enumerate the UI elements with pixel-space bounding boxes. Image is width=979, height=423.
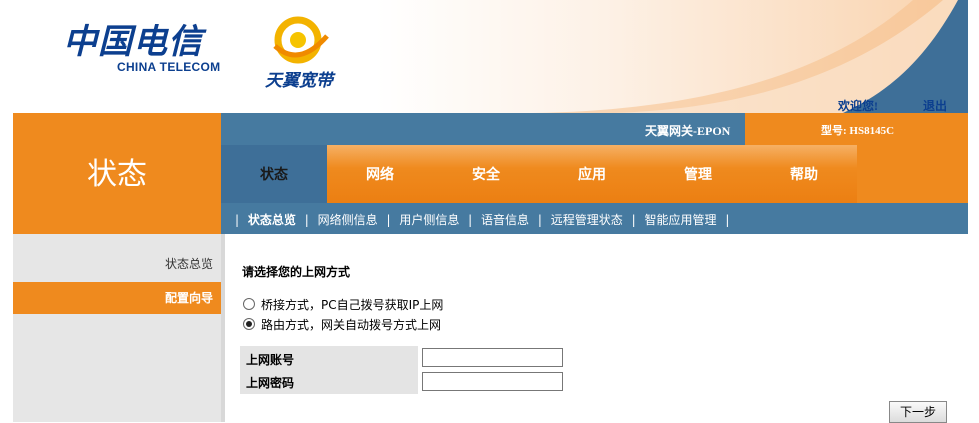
gateway-name: 天翼网关-EPON <box>645 124 731 138</box>
next-button[interactable]: 下一步 <box>889 401 947 423</box>
radio-route-mode[interactable] <box>243 318 255 330</box>
tianyi-broadband-logo: 天翼宽带 <box>265 16 355 91</box>
tab-security[interactable]: 安全 <box>433 145 539 203</box>
option-route-mode[interactable]: 路由方式，网关自动拨号方式上网 <box>243 316 441 332</box>
option-bridge-label: 桥接方式，PC自己拨号获取IP上网 <box>261 297 444 312</box>
sub-nav-separator: | <box>235 213 240 227</box>
subnav-item-network-info[interactable]: 网络侧信息 <box>318 213 378 227</box>
tab-label: 网络 <box>366 167 394 183</box>
tab-label: 状态 <box>260 167 288 183</box>
sub-nav-items: | 状态总览 | 网络侧信息 | 用户侧信息 | 语音信息 | 远程管理状态 |… <box>230 211 734 228</box>
sub-nav-separator: | <box>304 213 309 227</box>
china-telecom-logo: 中国电信 CHINA TELECOM <box>63 24 220 74</box>
tab-label: 应用 <box>578 167 606 183</box>
subnav-item-remote-management[interactable]: 远程管理状态 <box>551 213 623 227</box>
model-label: 型号: HS8145C <box>821 125 895 137</box>
sidebar-item-status-overview[interactable]: 状态总览 <box>13 248 221 280</box>
account-input[interactable] <box>422 348 563 367</box>
header-banner: 中国电信 CHINA TELECOM 天翼宽带 欢迎您! 退出 <box>13 0 968 113</box>
china-telecom-logo-english: CHINA TELECOM <box>117 60 221 74</box>
content-panel: 请选择您的上网方式 桥接方式，PC自己拨号获取IP上网 路由方式，网关自动拨号方… <box>225 240 968 423</box>
section-title: 状态 <box>87 156 147 192</box>
tab-management[interactable]: 管理 <box>645 145 751 203</box>
welcome-text: 欢迎您! <box>838 99 878 113</box>
subnav-item-status-overview[interactable]: 状态总览 <box>248 213 296 227</box>
sub-nav-separator: | <box>386 213 391 227</box>
logout-link[interactable]: 退出 <box>923 97 947 113</box>
account-label: 上网账号 <box>246 353 295 367</box>
tab-label: 帮助 <box>790 167 818 183</box>
china-telecom-logo-chinese: 中国电信 <box>63 22 203 62</box>
sub-nav-separator: | <box>537 213 542 227</box>
tianyi-swirl-icon <box>273 16 329 64</box>
content-title: 请选择您的上网方式 <box>242 265 351 279</box>
subnav-item-user-info[interactable]: 用户侧信息 <box>399 213 459 227</box>
tab-application[interactable]: 应用 <box>539 145 645 203</box>
tab-help[interactable]: 帮助 <box>751 145 857 203</box>
subnav-item-smart-app[interactable]: 智能应用管理 <box>644 213 716 227</box>
sub-nav-separator: | <box>631 213 636 227</box>
subnav-item-voice-info[interactable]: 语音信息 <box>481 213 529 227</box>
main-nav: 状态 网络 安全 应用 管理 帮助 <box>221 145 968 203</box>
tab-label: 管理 <box>684 167 712 183</box>
sub-nav-separator: | <box>468 213 473 227</box>
radio-bridge-mode[interactable] <box>243 298 255 310</box>
sidebar: 状态总览 配置向导 <box>13 234 221 422</box>
sub-nav-separator: | <box>725 213 730 227</box>
section-title-block: 状态 <box>13 113 221 234</box>
password-input[interactable] <box>422 372 563 391</box>
credentials-table: 上网账号 上网密码 <box>240 346 418 394</box>
password-label: 上网密码 <box>246 376 295 390</box>
option-route-label: 路由方式，网关自动拨号方式上网 <box>261 317 442 332</box>
sub-nav: | 状态总览 | 网络侧信息 | 用户侧信息 | 语音信息 | 远程管理状态 |… <box>221 203 968 234</box>
tab-network[interactable]: 网络 <box>327 145 433 203</box>
tianyi-broadband-text: 天翼宽带 <box>265 71 333 91</box>
tab-status[interactable]: 状态 <box>221 145 327 203</box>
info-bar: 天翼网关-EPON 型号: HS8145C <box>221 113 968 145</box>
model-box: 型号: HS8145C <box>745 113 968 145</box>
sidebar-item-config-wizard[interactable]: 配置向导 <box>13 282 221 314</box>
option-bridge-mode[interactable]: 桥接方式，PC自己拨号获取IP上网 <box>243 296 443 312</box>
tab-label: 安全 <box>472 167 500 183</box>
